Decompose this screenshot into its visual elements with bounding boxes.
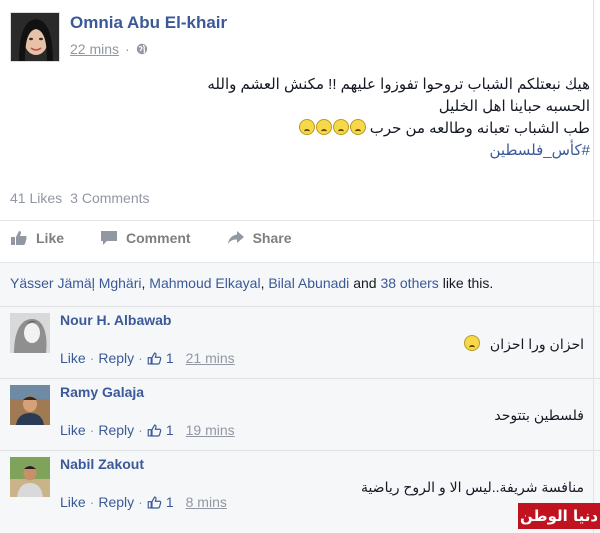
crying-emoji-icon	[349, 119, 366, 135]
separator-dot: ·	[138, 350, 143, 366]
comment-button[interactable]: Comment	[100, 230, 191, 246]
separator-dot: ·	[89, 494, 95, 510]
comment-like-count[interactable]: 1	[166, 350, 174, 366]
comment-label: Comment	[126, 230, 191, 246]
post-timestamp[interactable]: 22 mins	[70, 41, 119, 57]
frame-border	[593, 0, 594, 533]
hashtag-link[interactable]: #كأس_فلسطين	[30, 140, 590, 162]
author-avatar[interactable]	[10, 12, 60, 62]
watermark-logo: دنيا الوطن	[518, 503, 600, 529]
comment-reply-link[interactable]: Reply	[98, 494, 134, 510]
share-label: Share	[252, 230, 292, 246]
thumbs-up-icon	[147, 351, 162, 365]
separator-dot: ·	[138, 494, 143, 510]
thumbs-up-icon	[11, 231, 27, 245]
post-text-line: طب الشباب تعبانه وطالعه من حرب	[369, 120, 590, 137]
separator-dot: ·	[89, 350, 95, 366]
comment-timestamp[interactable]: 21 mins	[186, 350, 235, 366]
author-name[interactable]: Omnia Abu El-khair	[70, 13, 227, 33]
post-actions: Like Comment Share	[10, 230, 328, 246]
comment-actions: Like · Reply · 1 8 mins	[60, 494, 227, 510]
liker-name[interactable]: Mahmoud Elkayal	[149, 275, 260, 291]
commenter-name[interactable]: Ramy Galaja	[60, 384, 144, 400]
post-body: هيك نبعتلكم الشباب تروحوا تفوزوا عليهم !…	[30, 74, 590, 162]
separator-dot: ·	[138, 422, 143, 438]
comments-count[interactable]: 3 Comments	[70, 190, 149, 206]
divider	[0, 220, 600, 221]
like-this-text: like this.	[442, 275, 494, 291]
liker-name[interactable]: Bilal Abunadi	[268, 275, 349, 291]
thumbs-up-icon	[147, 495, 162, 509]
comment-text: منافسة شريفة..ليس الا و الروح رياضية	[360, 479, 584, 495]
crying-emoji-icon	[315, 119, 332, 135]
comment-like-link[interactable]: Like	[60, 350, 86, 366]
comment-text: احزان ورا احزان	[489, 336, 584, 352]
comment-like-link[interactable]: Like	[60, 494, 86, 510]
and-text: and	[353, 275, 377, 291]
separator: ,	[141, 275, 146, 291]
comment-like-count[interactable]: 1	[166, 422, 174, 438]
share-arrow-icon	[227, 231, 244, 244]
like-button[interactable]: Like	[10, 230, 64, 246]
comment-item: Nabil Zakout منافسة شريفة..ليس الا و الر…	[0, 450, 600, 533]
post-meta: 22 mins ·	[70, 41, 148, 57]
comment-text: فلسطين بتتوحد	[494, 407, 584, 423]
commenter-avatar[interactable]	[10, 385, 50, 425]
globe-icon	[136, 43, 147, 55]
commenter-avatar[interactable]	[10, 313, 50, 353]
liker-name[interactable]: Yässer Jämäļ Mghäri	[10, 275, 142, 291]
comment-text-row: احزان ورا احزان	[463, 335, 584, 353]
likes-summary: Yässer Jämäļ Mghäri, Mahmoud Elkayal, Bi…	[0, 262, 600, 306]
comment-like-count[interactable]: 1	[166, 494, 174, 510]
share-button[interactable]: Share	[227, 230, 292, 246]
comment-timestamp[interactable]: 19 mins	[186, 422, 235, 438]
comment-like-link[interactable]: Like	[60, 422, 86, 438]
post-card: Omnia Abu El-khair 22 mins · هيك نبعتلكم…	[0, 0, 600, 300]
commenter-name[interactable]: Nour H. Albawab	[60, 312, 172, 328]
comment-timestamp[interactable]: 8 mins	[186, 494, 227, 510]
separator-dot: ·	[125, 41, 130, 57]
crying-emoji-icon	[332, 119, 349, 135]
post-text-line: الحسبه حباينا اهل الخليل	[438, 98, 590, 115]
comment-item: Ramy Galaja فلسطين بتتوحد Like · Reply ·…	[0, 378, 600, 450]
commenter-avatar[interactable]	[10, 457, 50, 497]
comment-item: Nour H. Albawab احزان ورا احزان Like · R…	[0, 306, 600, 378]
post-text-line-emoji: طب الشباب تعبانه وطالعه من حرب	[30, 118, 590, 140]
thumbs-up-icon	[147, 423, 162, 437]
grin-emoji-icon	[464, 335, 481, 351]
comment-reply-link[interactable]: Reply	[98, 350, 134, 366]
separator-dot: ·	[89, 422, 95, 438]
comment-icon	[101, 231, 118, 245]
like-label: Like	[36, 230, 65, 246]
comment-actions: Like · Reply · 1 19 mins	[60, 422, 235, 438]
comment-actions: Like · Reply · 1 21 mins	[60, 350, 235, 366]
crying-emoji-icon	[298, 119, 315, 135]
separator: ,	[260, 275, 265, 291]
comment-reply-link[interactable]: Reply	[98, 422, 134, 438]
likes-count[interactable]: 41 Likes	[10, 190, 62, 206]
others-link[interactable]: 38 others	[380, 275, 438, 291]
post-text-line: هيك نبعتلكم الشباب تروحوا تفوزوا عليهم !…	[207, 76, 590, 93]
commenter-name[interactable]: Nabil Zakout	[60, 456, 144, 472]
engagement-counts: 41 Likes 3 Comments	[10, 190, 150, 206]
